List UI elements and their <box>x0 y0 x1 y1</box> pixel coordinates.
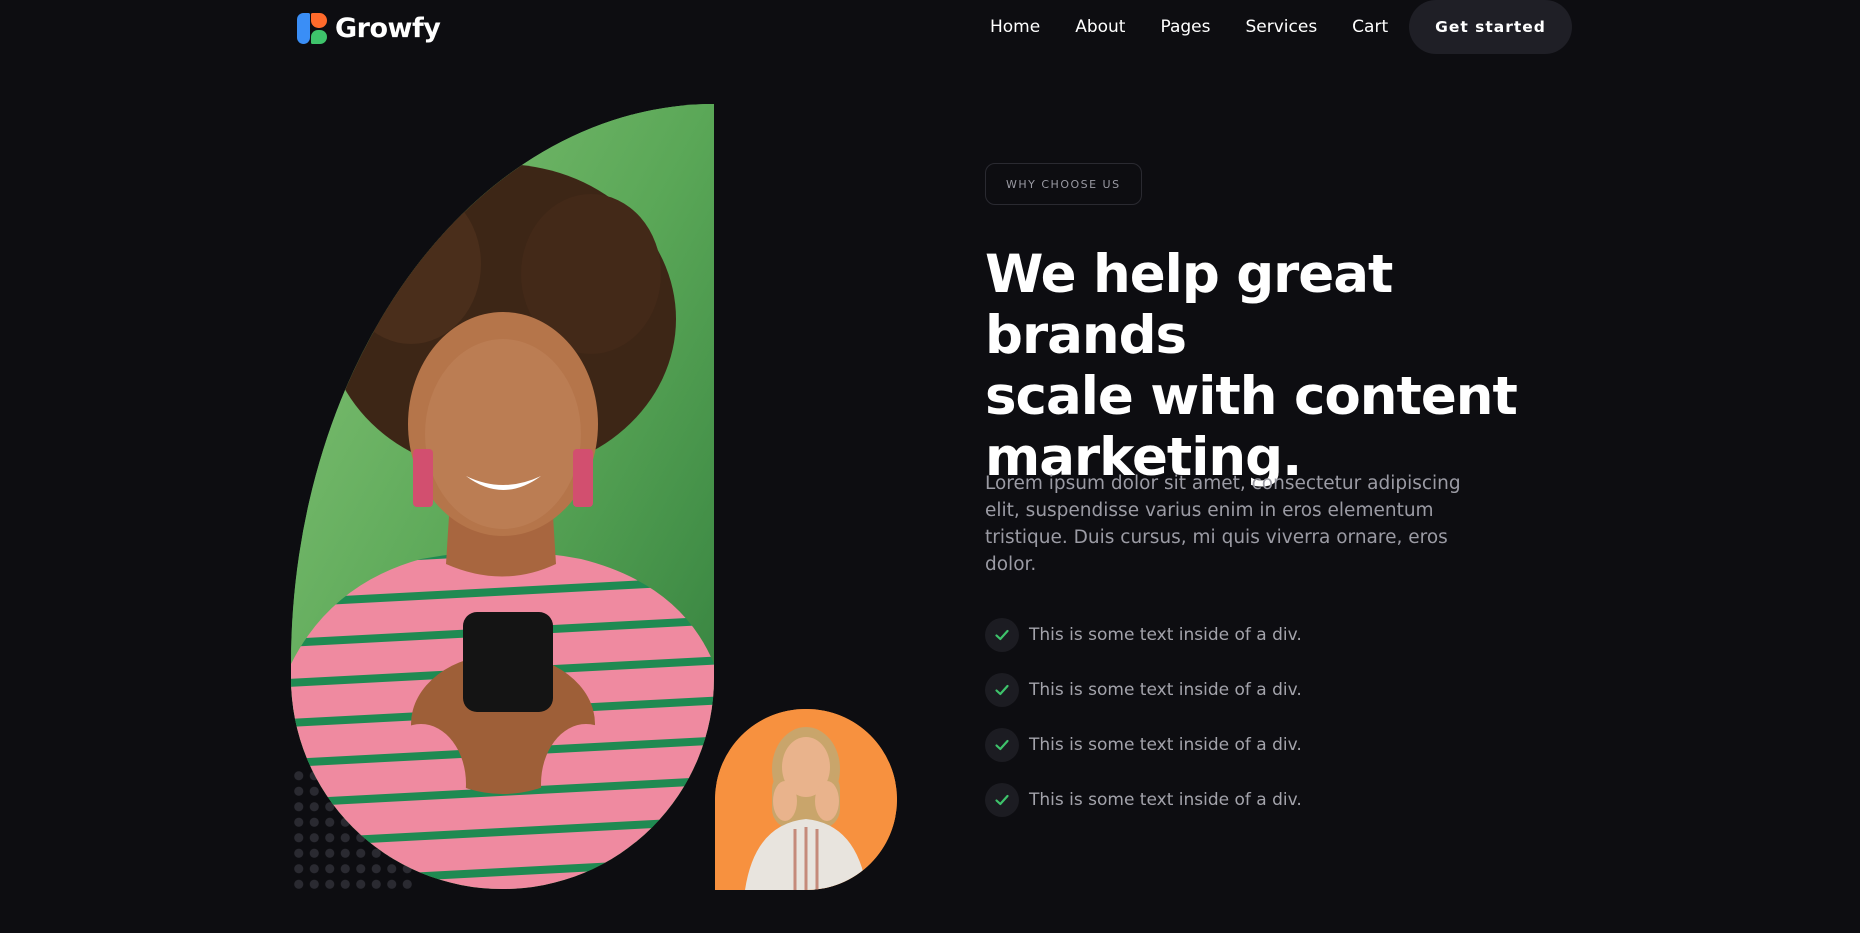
section-eyebrow-badge: WHY CHOOSE US <box>985 163 1142 205</box>
nav-link-about[interactable]: About <box>1075 14 1125 40</box>
get-started-button[interactable]: Get started <box>1409 0 1572 54</box>
checklist-item: This is some text inside of a div. <box>985 618 1485 652</box>
checklist-item-text: This is some text inside of a div. <box>1029 680 1302 700</box>
check-icon <box>985 783 1019 817</box>
checklist-item: This is some text inside of a div. <box>985 783 1485 817</box>
nav-menu: Home About Pages Services Cart <box>990 14 1388 40</box>
nav-link-services[interactable]: Services <box>1245 14 1317 40</box>
checklist-item: This is some text inside of a div. <box>985 673 1485 707</box>
hero-headline: We help great brands scale with content … <box>985 244 1585 488</box>
avatar-image-smiling-woman <box>715 709 897 890</box>
nav-link-pages[interactable]: Pages <box>1160 14 1210 40</box>
checklist-item-text: This is some text inside of a div. <box>1029 625 1302 645</box>
check-icon <box>985 728 1019 762</box>
feature-checklist: This is some text inside of a div. This … <box>985 618 1485 838</box>
nav-link-home[interactable]: Home <box>990 14 1040 40</box>
check-icon <box>985 673 1019 707</box>
checklist-item: This is some text inside of a div. <box>985 728 1485 762</box>
checklist-item-text: This is some text inside of a div. <box>1029 735 1302 755</box>
brand-name: Growfy <box>335 12 441 44</box>
headline-line-1: We help great brands <box>985 244 1393 366</box>
hero-image-woman-with-phone <box>291 104 714 889</box>
navbar: Growfy Home About Pages Services Cart Ge… <box>0 0 1860 56</box>
check-icon <box>985 618 1019 652</box>
nav-link-cart[interactable]: Cart <box>1352 14 1388 40</box>
checklist-item-text: This is some text inside of a div. <box>1029 790 1302 810</box>
logo-icon <box>297 11 329 45</box>
hero-description: Lorem ipsum dolor sit amet, consectetur … <box>985 473 1461 575</box>
headline-line-2: scale with content <box>985 366 1518 427</box>
brand-logo[interactable]: Growfy <box>297 11 441 45</box>
